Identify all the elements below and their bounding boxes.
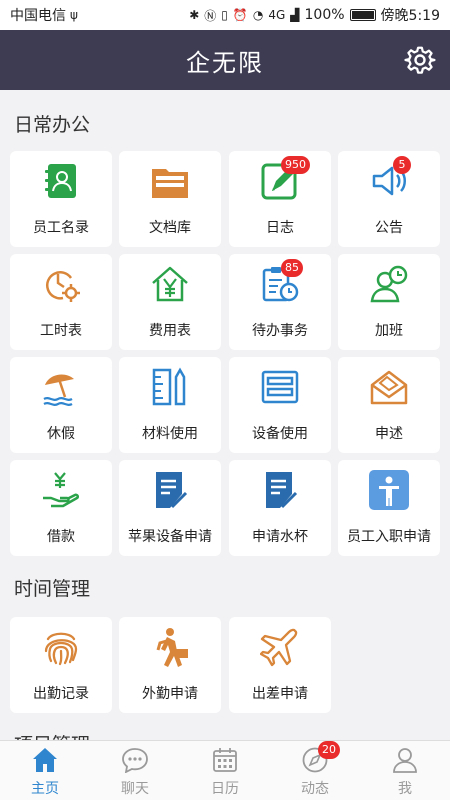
todo-badge: 85 [281,259,303,277]
tile-label: 工时表 [40,323,82,339]
tab-label: 主页 [31,781,59,797]
tile-equipment[interactable]: 设备使用 [229,357,331,453]
tile-leave[interactable]: 休假 [10,357,112,453]
envelope-icon [370,370,408,405]
tab-label: 我 [398,781,412,797]
tile-label: 苹果设备申请 [128,529,212,545]
tile-attendance[interactable]: 出勤记录 [10,617,112,713]
tile-overtime[interactable]: 加班 [338,254,440,350]
wifi-icon: ◔ [252,8,264,22]
fingerprint-icon [44,632,78,666]
tile-expense[interactable]: 费用表 [119,254,221,350]
person-clock-icon [370,265,408,303]
tab-activity[interactable]: 20 动态 [270,741,360,800]
page-title: 企无限 [186,48,264,77]
calendar-icon [213,748,237,772]
tile-label: 费用表 [149,323,191,339]
alarm-icon: ⏰ [232,8,248,22]
tile-label: 加班 [375,323,403,339]
tab-home[interactable]: 主页 [0,741,90,800]
tile-label: 文档库 [149,220,191,236]
vibrate-icon: ▯ [221,8,228,22]
announcement-badge: 5 [393,156,411,174]
ruler-pencil-icon [152,367,186,406]
tile-todo[interactable]: 85 待办事务 [229,254,331,350]
tile-label: 申请水杯 [252,529,308,545]
bluetooth-icon: ✱ [189,8,200,22]
log-badge: 950 [281,156,310,174]
tile-apple-device[interactable]: 苹果设备申请 [119,460,221,556]
clock-gear-icon [46,271,80,302]
document-edit-icon [266,472,298,509]
network-type: 4G [268,8,286,22]
tile-business-trip[interactable]: 出差申请 [229,617,331,713]
airplane-icon [260,628,298,667]
tile-document-library[interactable]: 文档库 [119,151,221,247]
activity-badge: 20 [318,741,340,759]
tab-me[interactable]: 我 [360,741,450,800]
tile-onboarding[interactable]: 员工入职申请 [338,460,440,556]
status-left: 中国电信 ψ [10,5,78,25]
clock: 傍晚5:19 [380,8,440,24]
chat-bubble-icon [122,748,148,773]
user-icon [393,748,417,773]
tile-label: 出勤记录 [33,686,89,702]
tab-label: 动态 [301,781,329,797]
section-title-time-management: 时间管理 [14,578,91,600]
tile-staff-directory[interactable]: 员工名录 [10,151,112,247]
person-badge-icon [369,470,409,510]
tile-announcement[interactable]: 5 公告 [338,151,440,247]
nfc-icon: Ⓝ [204,8,217,23]
bottom-tab-bar: 主页 聊天 日历 20 动态 我 [0,740,450,800]
tab-calendar[interactable]: 日历 [180,741,270,800]
status-right: ✱ Ⓝ ▯ ⏰ ◔ 4G ▟ 100% 傍晚5:19 [189,5,440,25]
tile-timesheet[interactable]: 工时表 [10,254,112,350]
tile-log[interactable]: 950 日志 [229,151,331,247]
tab-label: 聊天 [121,781,149,797]
house-yen-icon [152,266,188,302]
tile-field-work[interactable]: 外勤申请 [119,617,221,713]
tile-material[interactable]: 材料使用 [119,357,221,453]
tile-label: 员工名录 [33,220,89,236]
contacts-book-icon [45,164,76,198]
carrier-name: 中国电信 [10,8,66,24]
tab-chat[interactable]: 聊天 [90,741,180,800]
app-header: 企无限 [0,30,450,90]
hand-yen-icon [43,472,80,508]
tile-label: 材料使用 [142,426,198,442]
main-content: 日常办公 员工名录 文档库 950 日志 5 公告 工时表 费用表 85 待办事… [0,90,450,740]
tab-label: 日历 [211,781,239,797]
home-icon [33,748,57,772]
tile-label: 设备使用 [252,426,308,442]
tile-label: 申述 [375,426,403,442]
section-title-project-management: 项目管理 [14,730,90,740]
tile-label: 日志 [266,220,294,236]
walking-briefcase-icon [156,628,188,667]
tile-label: 外勤申请 [142,686,198,702]
signal-icon: ▟ [290,8,300,22]
tile-label: 出差申请 [252,686,308,702]
tile-label: 休假 [47,426,75,442]
tile-appeal[interactable]: 申述 [338,357,440,453]
usb-icon: ψ [70,8,78,22]
beach-umbrella-icon [43,374,74,406]
device-rack-icon [261,370,299,404]
battery-percent: 100% [304,7,345,23]
tile-label: 公告 [375,220,403,236]
status-bar: 中国电信 ψ ✱ Ⓝ ▯ ⏰ ◔ 4G ▟ 100% 傍晚5:19 [0,0,450,30]
tile-label: 借款 [47,529,75,545]
folder-icon [152,169,188,198]
tile-label: 员工入职申请 [347,529,431,545]
battery-icon [349,9,376,21]
tile-loan[interactable]: 借款 [10,460,112,556]
section-title-daily-office: 日常办公 [14,114,91,136]
tile-label: 待办事务 [252,323,308,339]
document-edit-icon [156,472,188,509]
gear-icon[interactable] [404,44,436,76]
tile-water-cup[interactable]: 申请水杯 [229,460,331,556]
